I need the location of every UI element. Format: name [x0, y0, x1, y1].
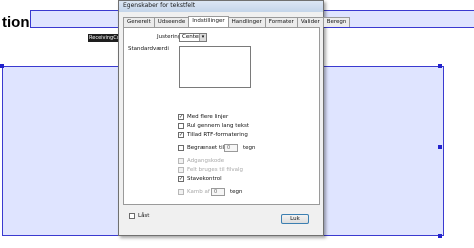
text-field-large[interactable] [2, 66, 124, 236]
text-field-properties-dialog: Egenskaber for tekstfelt Generelt Udseen… [118, 0, 351, 236]
tab-udseende[interactable]: Udseende [153, 17, 190, 27]
kamb-checkbox[interactable] [178, 189, 184, 195]
text-field-large-right[interactable] [320, 66, 444, 236]
dialog-title: Egenskaber for tekstfelt [123, 2, 196, 9]
dialog-titlebar[interactable]: Egenskaber for tekstfelt [119, 1, 323, 12]
standardvaerdi-textarea[interactable] [179, 46, 251, 88]
field-name-tag: ReceivingCou [88, 34, 122, 42]
filvalg-checkbox[interactable] [178, 167, 184, 173]
tab-handlinger[interactable]: Handlinger [227, 17, 266, 27]
begraenset-suffix: tegn [243, 145, 256, 151]
chevron-down-icon[interactable]: ▾ [199, 34, 206, 41]
standardvaerdi-label: Standardværdi [128, 46, 169, 52]
tab-panel-indstillinger: Justering: Center ▾ Standardværdi ✓ Med … [123, 27, 320, 205]
med-flere-linjer-checkbox[interactable]: ✓ [178, 114, 184, 120]
rtf-checkbox[interactable]: ✓ [178, 132, 184, 138]
filvalg-label: Felt bruges til filvalg [187, 167, 244, 173]
laast-checkbox[interactable] [129, 213, 135, 219]
begraenset-label: Begrænset til [187, 145, 225, 151]
rul-gennem-checkbox[interactable] [178, 123, 184, 129]
pdf-editor-window: { "background": { "field_label": "tion:"… [0, 0, 474, 248]
stavekontrol-label: Stavekontrol [187, 176, 222, 182]
kamb-label: Kamb af [187, 189, 210, 195]
adgangskode-label: Adgangskode [187, 158, 225, 164]
resize-handle[interactable] [438, 145, 442, 149]
tab-beregn[interactable]: Beregn [322, 17, 351, 27]
kamb-spinbox[interactable]: 0 [211, 188, 225, 196]
resize-handle[interactable] [438, 234, 442, 238]
begraenset-spinbox[interactable]: 0 [224, 144, 238, 152]
justering-value: Center [182, 34, 201, 40]
tab-indstillinger[interactable]: Indstillinger [188, 16, 229, 27]
kamb-suffix: tegn [230, 189, 243, 195]
begraenset-checkbox[interactable] [178, 145, 184, 151]
stavekontrol-checkbox[interactable]: ✓ [178, 176, 184, 182]
tab-bar: Generelt Udseende Indstillinger Handling… [123, 16, 351, 27]
tab-formater[interactable]: Formater [264, 17, 298, 27]
rul-gennem-label: Rul gennem lang tekst [187, 123, 250, 129]
resize-handle[interactable] [438, 64, 442, 68]
text-field-top[interactable] [30, 10, 124, 28]
laast-label: Låst [138, 213, 150, 219]
resize-handle[interactable] [0, 64, 4, 68]
tab-valider[interactable]: Valider [296, 17, 324, 27]
tab-generelt[interactable]: Generelt [123, 17, 155, 27]
adgangskode-checkbox[interactable] [178, 158, 184, 164]
justering-select[interactable]: Center ▾ [179, 33, 207, 42]
close-button[interactable]: Luk [281, 214, 309, 224]
med-flere-linjer-label: Med flere linjer [187, 114, 229, 120]
rtf-label: Tillad RTF-formatering [187, 132, 248, 138]
